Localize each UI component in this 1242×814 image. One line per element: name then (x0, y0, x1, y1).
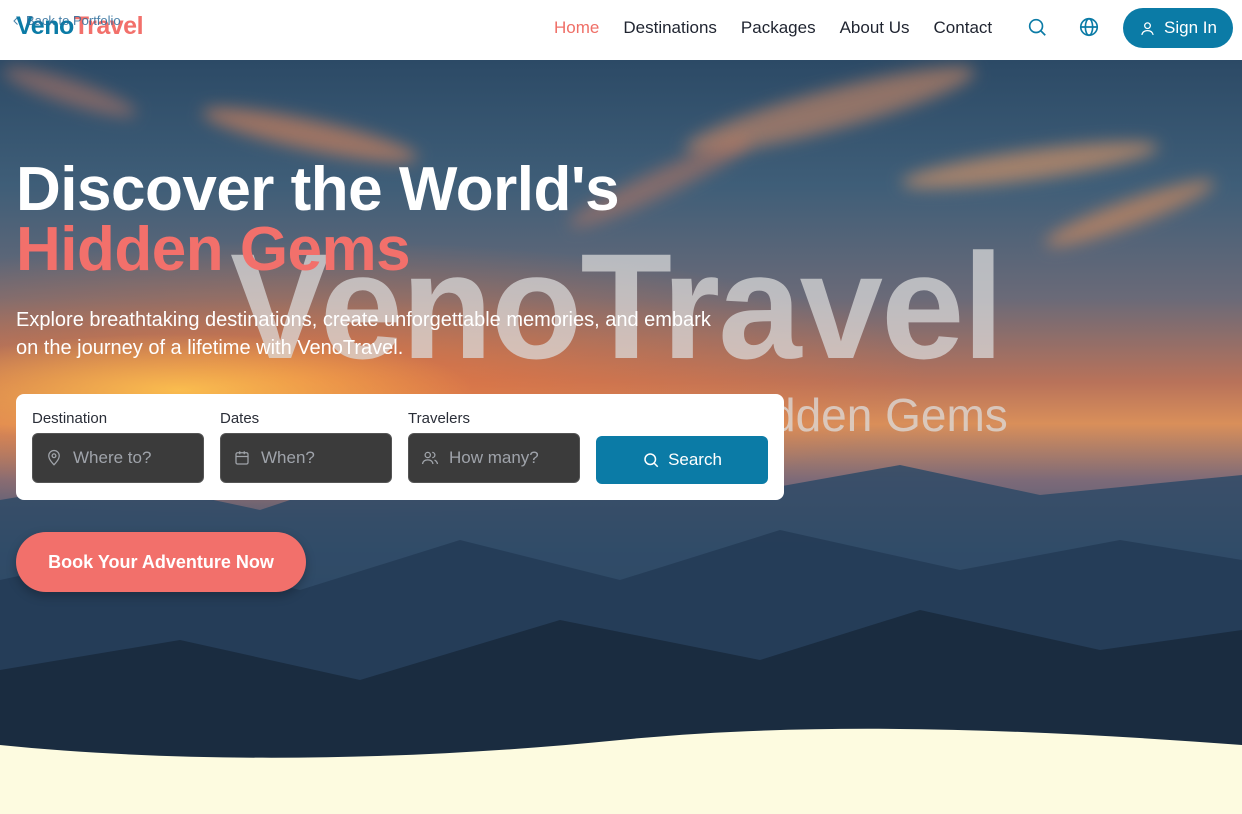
search-card: Destination Where to? Dates When? Travel… (16, 394, 784, 500)
hero-cloud (899, 132, 1161, 198)
globe-icon (1079, 17, 1099, 37)
sign-in-label: Sign In (1164, 18, 1217, 37)
destination-input[interactable]: Where to? (32, 433, 204, 483)
sign-in-button[interactable]: Sign In (1123, 8, 1233, 48)
nav-home[interactable]: Home (554, 18, 599, 38)
search-icon (1028, 18, 1046, 36)
travelers-field: Travelers How many? (408, 410, 580, 483)
nav-destinations[interactable]: Destinations (623, 18, 717, 38)
hero-subtitle: Explore breathtaking destinations, creat… (16, 309, 711, 359)
nav-about-us[interactable]: About Us (840, 18, 910, 38)
travelers-label: Travelers (408, 410, 470, 427)
main-nav: Home Destinations Packages About Us Cont… (554, 18, 1016, 38)
destination-field: Destination Where to? (32, 410, 204, 483)
site-header: Back to Portfolio VenoTravel Home Destin… (0, 0, 1242, 60)
dates-label: Dates (220, 410, 260, 427)
hero-title-accent: Hidden Gems (16, 215, 411, 284)
user-icon (1141, 21, 1154, 35)
search-icon (644, 453, 659, 468)
hero-wave-divider (0, 728, 1242, 814)
search-button[interactable]: Search (596, 436, 768, 484)
destination-placeholder: Where to? (73, 448, 152, 467)
search-button-label: Search (668, 450, 722, 469)
hero-cloud (1040, 170, 1220, 256)
travelers-input[interactable]: How many? (408, 433, 580, 483)
back-to-portfolio-link[interactable]: Back to Portfolio (10, 13, 121, 28)
language-button[interactable] (1078, 16, 1102, 40)
hero-section: VenoTravel dden Gems Discover the World'… (0, 60, 1242, 760)
hero-title: Discover the World's (16, 155, 620, 224)
hero-cloud (0, 60, 141, 126)
calendar-icon (235, 451, 249, 465)
back-link-label: Back to Portfolio (26, 13, 121, 28)
dates-input[interactable]: When? (220, 433, 392, 483)
destination-label: Destination (32, 410, 108, 427)
users-icon (421, 451, 439, 465)
nav-packages[interactable]: Packages (741, 18, 816, 38)
header-search-button[interactable] (1026, 16, 1050, 40)
arrow-left-icon (13, 16, 18, 25)
dates-field: Dates When? (220, 410, 392, 483)
dates-placeholder: When? (261, 448, 315, 467)
map-pin-icon (48, 449, 60, 466)
nav-contact[interactable]: Contact (934, 18, 993, 38)
hero-watermark-sub: dden Gems (770, 389, 1008, 441)
book-adventure-button[interactable]: Book Your Adventure Now (16, 532, 306, 592)
travelers-placeholder: How many? (449, 448, 539, 467)
